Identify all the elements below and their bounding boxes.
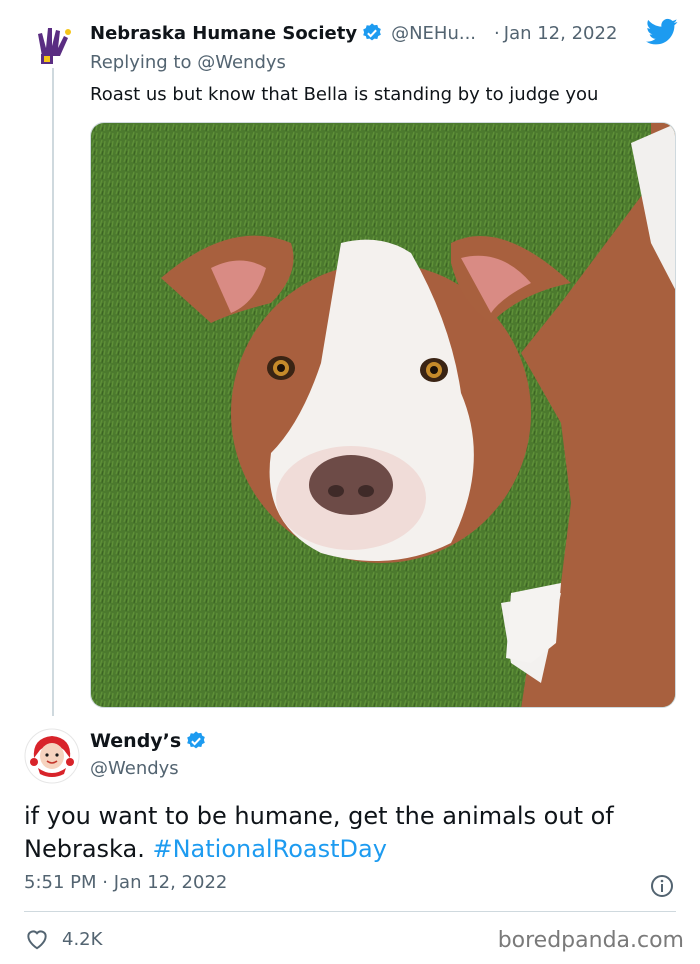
author-name[interactable]: Wendy’s — [90, 730, 181, 752]
tweet-time: 5:51 PM — [24, 872, 97, 893]
replying-to-handle[interactable]: @Wendys — [197, 52, 286, 73]
author-handle[interactable]: @NEHu... — [391, 23, 476, 44]
heart-icon — [27, 930, 47, 950]
thread-connector-line — [52, 68, 54, 716]
tweet-date: Jan 12, 2022 — [113, 872, 228, 893]
twitter-bird-icon — [646, 18, 678, 45]
tweet-timestamp[interactable]: 5:51 PM · Jan 12, 2022 — [24, 872, 227, 893]
date-separator: · — [494, 22, 500, 44]
verified-badge-icon — [363, 23, 381, 41]
author-handle[interactable]: @Wendys — [90, 758, 179, 779]
author-name[interactable]: Nebraska Humane Society — [90, 23, 357, 44]
main-tweet-text: if you want to be humane, get the animal… — [24, 800, 674, 866]
info-icon[interactable] — [650, 874, 674, 898]
divider — [24, 911, 676, 912]
dog-photo[interactable] — [90, 122, 676, 708]
wendys-logo-icon[interactable] — [24, 728, 80, 784]
replying-to-label: Replying to — [90, 52, 192, 73]
date-separator: · — [102, 872, 108, 893]
nhs-hand-logo-icon[interactable] — [28, 20, 78, 70]
reply-tweet-header: Nebraska Humane Society @NEHu... · Jan 1… — [90, 22, 617, 44]
like-button[interactable]: 4.2K — [24, 926, 102, 952]
tweet-date[interactable]: Jan 12, 2022 — [504, 23, 618, 44]
main-tweet-name-row: Wendy’s — [90, 730, 207, 752]
like-count: 4.2K — [62, 928, 103, 950]
replying-to-line: Replying to @Wendys — [90, 52, 286, 73]
verified-badge-icon — [187, 731, 206, 749]
hashtag-link[interactable]: #NationalRoastDay — [152, 835, 386, 863]
watermark-text: boredpanda.com — [497, 928, 684, 953]
reply-tweet-text: Roast us but know that Bella is standing… — [90, 84, 599, 105]
